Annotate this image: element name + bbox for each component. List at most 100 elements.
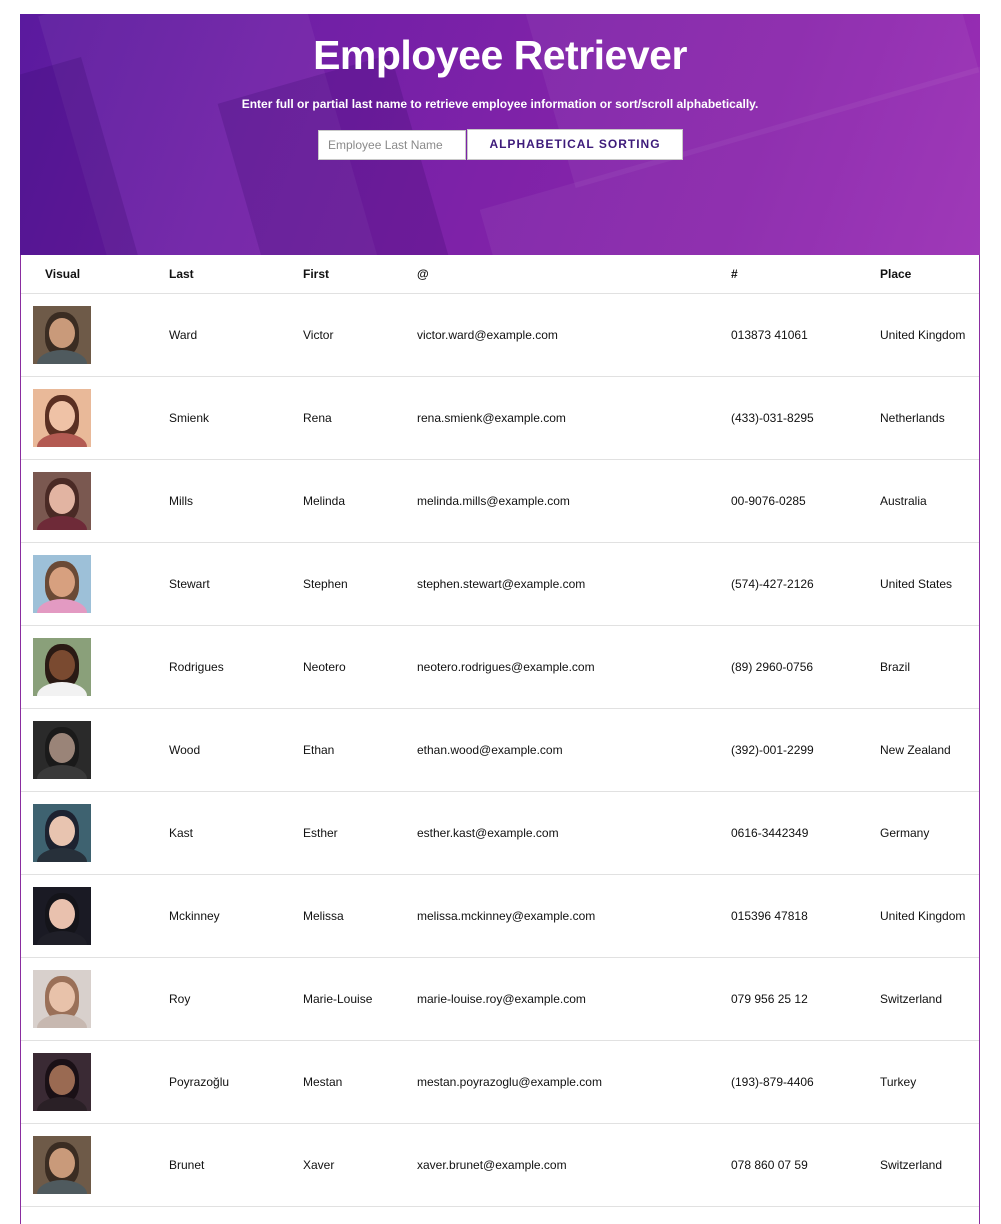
visual-cell bbox=[21, 542, 169, 626]
employee-avatar bbox=[33, 970, 91, 1028]
last-name-cell: Ward bbox=[169, 293, 303, 377]
phone-cell: 079 956 25 12 bbox=[731, 957, 880, 1041]
avatar-face bbox=[49, 1148, 75, 1178]
phone-cell: 015396 47818 bbox=[731, 874, 880, 958]
email-cell: neotero.rodrigues@example.com bbox=[417, 625, 731, 709]
email-cell: esther.kast@example.com bbox=[417, 791, 731, 875]
last-name-cell: Kast bbox=[169, 791, 303, 875]
employee-table-body: Ward Victor victor.ward@example.com 013873 … bbox=[21, 293, 979, 1207]
phone-cell: 00-9076-0285 bbox=[731, 459, 880, 543]
employee-avatar bbox=[33, 887, 91, 945]
avatar-face bbox=[49, 567, 75, 597]
column-header-last[interactable]: Last bbox=[169, 255, 303, 294]
place-cell: Germany bbox=[880, 791, 979, 875]
visual-cell bbox=[21, 957, 169, 1041]
email-cell: xaver.brunet@example.com bbox=[417, 1123, 731, 1207]
visual-cell bbox=[21, 625, 169, 709]
place-cell: Brazil bbox=[880, 625, 979, 709]
place-cell: Switzerland bbox=[880, 1123, 979, 1207]
page-subtitle: Enter full or partial last name to retri… bbox=[241, 97, 759, 111]
avatar-body bbox=[37, 516, 87, 530]
avatar-body bbox=[37, 1180, 87, 1194]
phone-cell: (193)-879-4406 bbox=[731, 1040, 880, 1124]
avatar-face bbox=[49, 1065, 75, 1095]
phone-cell: (392)-001-2299 bbox=[731, 708, 880, 792]
visual-cell bbox=[21, 708, 169, 792]
table-row: Stewart Stephen stephen.stewart@example.co… bbox=[21, 542, 979, 626]
table-row: Brunet Xaver xaver.brunet@example.com 078 8… bbox=[21, 1123, 979, 1207]
column-header-place[interactable]: Place bbox=[880, 255, 979, 294]
last-name-cell: Stewart bbox=[169, 542, 303, 626]
table-row: Roy Marie-Louise marie-louise.roy@example.… bbox=[21, 957, 979, 1041]
column-header-first[interactable]: First bbox=[303, 255, 417, 294]
first-name-cell: Esther bbox=[303, 791, 417, 875]
last-name-search-input[interactable] bbox=[318, 130, 466, 160]
first-name-cell: Rena bbox=[303, 376, 417, 460]
avatar-body bbox=[37, 765, 87, 779]
table-row: Mckinney Melissa melissa.mckinney@example.… bbox=[21, 874, 979, 958]
first-name-cell: Victor bbox=[303, 293, 417, 377]
employee-avatar bbox=[33, 804, 91, 862]
avatar-face bbox=[49, 484, 75, 514]
last-name-cell: Rodrigues bbox=[169, 625, 303, 709]
email-cell: stephen.stewart@example.com bbox=[417, 542, 731, 626]
employee-table: Visual Last First @ # Place Ward Victor vi… bbox=[21, 255, 979, 1207]
column-header-email[interactable]: @ bbox=[417, 255, 731, 294]
avatar-body bbox=[37, 931, 87, 945]
visual-cell bbox=[21, 293, 169, 377]
column-header-phone[interactable]: # bbox=[731, 255, 880, 294]
place-cell: United Kingdom bbox=[880, 874, 979, 958]
employee-avatar bbox=[33, 555, 91, 613]
avatar-body bbox=[37, 433, 87, 447]
phone-cell: (89) 2960-0756 bbox=[731, 625, 880, 709]
place-cell: Turkey bbox=[880, 1040, 979, 1124]
phone-cell: (433)-031-8295 bbox=[731, 376, 880, 460]
avatar-face bbox=[49, 650, 75, 680]
last-name-cell: Mckinney bbox=[169, 874, 303, 958]
first-name-cell: Xaver bbox=[303, 1123, 417, 1207]
last-name-cell: Brunet bbox=[169, 1123, 303, 1207]
avatar-body bbox=[37, 350, 87, 364]
avatar-body bbox=[37, 599, 87, 613]
avatar-face bbox=[49, 401, 75, 431]
column-header-visual[interactable]: Visual bbox=[21, 255, 169, 294]
place-cell: Australia bbox=[880, 459, 979, 543]
visual-cell bbox=[21, 1123, 169, 1207]
email-cell: rena.smienk@example.com bbox=[417, 376, 731, 460]
employee-avatar bbox=[33, 721, 91, 779]
first-name-cell: Stephen bbox=[303, 542, 417, 626]
email-cell: melinda.mills@example.com bbox=[417, 459, 731, 543]
email-cell: victor.ward@example.com bbox=[417, 293, 731, 377]
table-row: Rodrigues Neotero neotero.rodrigues@exampl… bbox=[21, 625, 979, 709]
visual-cell bbox=[21, 874, 169, 958]
phone-cell: 013873 41061 bbox=[731, 293, 880, 377]
avatar-face bbox=[49, 318, 75, 348]
place-cell: Netherlands bbox=[880, 376, 979, 460]
phone-cell: 0616-3442349 bbox=[731, 791, 880, 875]
phone-cell: 078 860 07 59 bbox=[731, 1123, 880, 1207]
email-cell: marie-louise.roy@example.com bbox=[417, 957, 731, 1041]
avatar-body bbox=[37, 1014, 87, 1028]
avatar-face bbox=[49, 899, 75, 929]
last-name-cell: Wood bbox=[169, 708, 303, 792]
last-name-cell: Poyrazoğlu bbox=[169, 1040, 303, 1124]
employee-avatar bbox=[33, 1053, 91, 1111]
visual-cell bbox=[21, 791, 169, 875]
first-name-cell: Melissa bbox=[303, 874, 417, 958]
first-name-cell: Ethan bbox=[303, 708, 417, 792]
email-cell: melissa.mckinney@example.com bbox=[417, 874, 731, 958]
table-row: Ward Victor victor.ward@example.com 013873 … bbox=[21, 293, 979, 377]
avatar-face bbox=[49, 733, 75, 763]
email-cell: mestan.poyrazoglu@example.com bbox=[417, 1040, 731, 1124]
alphabetical-sorting-button[interactable]: ALPHABETICAL SORTING bbox=[467, 129, 683, 160]
place-cell: United States bbox=[880, 542, 979, 626]
avatar-body bbox=[37, 1097, 87, 1111]
employee-avatar bbox=[33, 389, 91, 447]
table-row: Smienk Rena rena.smienk@example.com (433)-0… bbox=[21, 376, 979, 460]
email-cell: ethan.wood@example.com bbox=[417, 708, 731, 792]
last-name-cell: Mills bbox=[169, 459, 303, 543]
table-row: Poyrazoğlu Mestan mestan.poyrazoglu@exampl… bbox=[21, 1040, 979, 1124]
place-cell: United Kingdom bbox=[880, 293, 979, 377]
employee-avatar bbox=[33, 1136, 91, 1194]
visual-cell bbox=[21, 459, 169, 543]
